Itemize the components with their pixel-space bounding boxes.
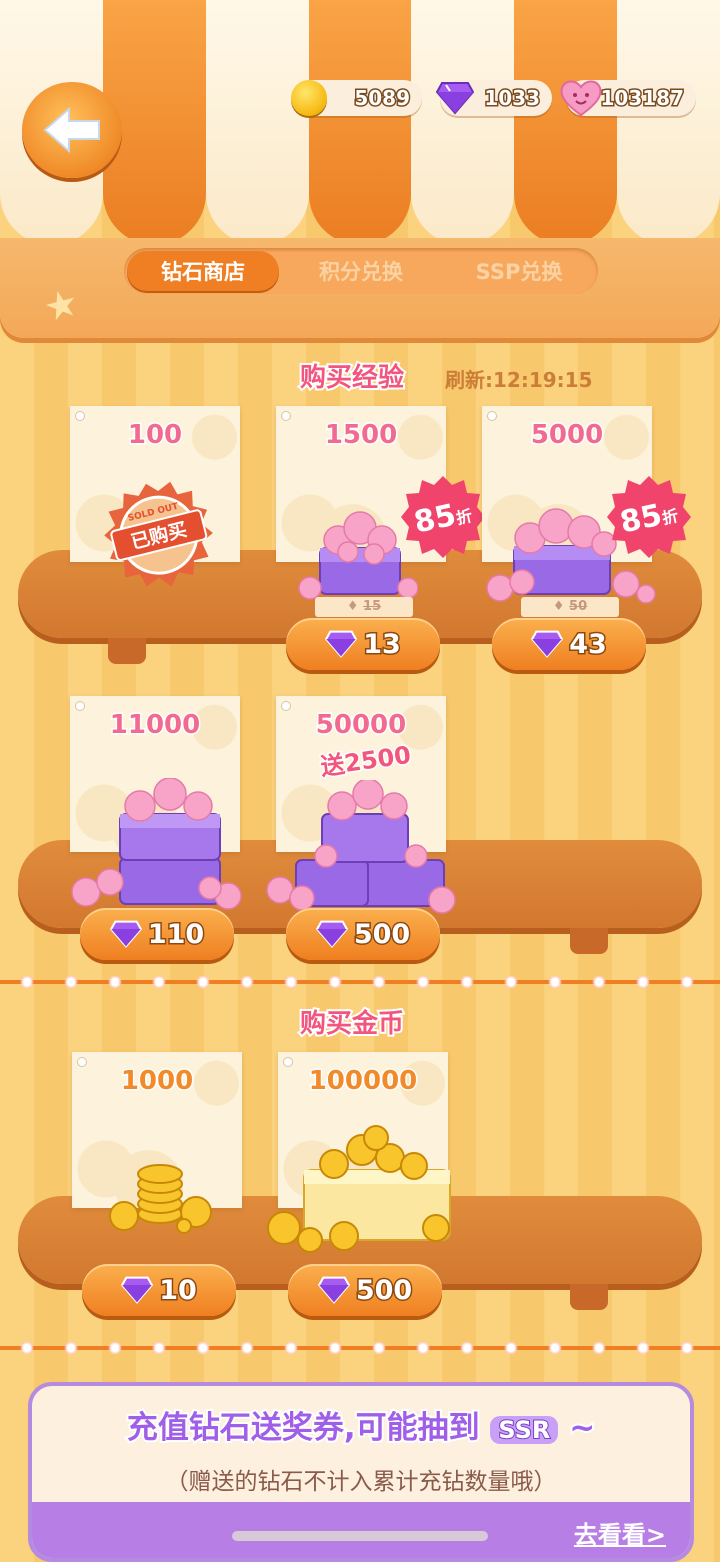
sold-out-stamp-icon: 已购买 SOLD OUT <box>104 481 213 587</box>
diamond-counter: 1033 <box>436 80 552 116</box>
buy-exp-50000-button[interactable]: 500 <box>286 908 440 960</box>
coin-chest-icon <box>267 1125 451 1253</box>
card-pin <box>282 412 290 420</box>
exp-section-title: 购买经验 <box>298 361 406 395</box>
card-pin <box>282 702 290 710</box>
tab-diamond-shop[interactable]: 钻石商店 <box>127 251 279 291</box>
shelf-leg <box>108 638 146 664</box>
heart-box-stack-icon <box>71 778 242 910</box>
item-amount: 1000 <box>119 1065 194 1098</box>
back-button[interactable] <box>22 82 122 178</box>
card-pin <box>76 412 84 420</box>
diamond-icon <box>434 77 476 119</box>
original-price: 50 <box>569 599 588 614</box>
promo-title-tail: ~ <box>567 1408 597 1448</box>
card-pin <box>78 1058 86 1066</box>
coin-counter: 5089 <box>291 80 422 116</box>
price-label: 500 <box>354 1273 413 1307</box>
price-label: 110 <box>146 917 205 951</box>
promo-title: 充值钻石送奖券,可能抽到 SSR ~ <box>32 1402 690 1448</box>
diamond-icon <box>317 1276 350 1304</box>
tab-ssp-exchange[interactable]: SSP兑换 <box>443 251 595 291</box>
go-see-link[interactable]: 去看看> <box>574 1515 666 1550</box>
refresh-timer: 刷新:12:19:15 <box>445 368 593 392</box>
original-price-plaque: ♦ 50 <box>521 597 619 617</box>
card-pin <box>284 1058 292 1066</box>
price-label: 10 <box>158 1273 199 1307</box>
diamond-icon <box>531 630 564 658</box>
buy-exp-1500-button[interactable]: 13 <box>286 618 440 670</box>
buy-coin-1000-button[interactable]: 10 <box>82 1264 236 1316</box>
item-amount: 1500 <box>323 419 398 452</box>
diamond-icon <box>315 920 348 948</box>
price-label: 13 <box>362 627 403 661</box>
string-lights <box>0 1341 720 1355</box>
promo-subtitle: （赠送的钻石不计入累计充钻数量哦） <box>165 1469 557 1495</box>
ssr-badge: SSR <box>490 1415 559 1445</box>
item-amount: 100000 <box>307 1065 419 1098</box>
heart-icon <box>560 77 602 119</box>
back-arrow-icon <box>43 106 100 154</box>
diamond-icon <box>121 1276 154 1304</box>
item-amount: 100 <box>126 419 183 452</box>
discount-badge: 85折 <box>400 474 486 560</box>
heart-box-stack-icon <box>266 780 456 914</box>
item-amount: 5000 <box>529 419 604 452</box>
card-pin <box>76 702 84 710</box>
discount-badge: 85折 <box>606 474 692 560</box>
heart-counter: 103187 <box>560 80 696 117</box>
shop-tab-bar: 钻石商店 积分兑换 SSP兑换 <box>124 248 598 294</box>
original-price-plaque: ♦ 15 <box>315 597 413 617</box>
price-label: 43 <box>568 627 609 661</box>
original-price: 15 <box>363 599 382 614</box>
buy-exp-11000-button[interactable]: 110 <box>80 908 234 960</box>
shelf-leg <box>570 928 608 954</box>
item-amount: 11000 <box>108 709 201 742</box>
coin-section-title: 购买金币 <box>298 1007 406 1041</box>
shelf-leg <box>570 1284 608 1310</box>
diamond-icon <box>325 630 358 658</box>
coin-icon <box>288 77 330 119</box>
promo-title-text: 充值钻石送奖券,可能抽到 <box>125 1408 482 1448</box>
buy-exp-5000-button[interactable]: 43 <box>492 618 646 670</box>
card-pin <box>488 412 496 420</box>
home-indicator[interactable] <box>232 1531 488 1541</box>
tab-points-exchange[interactable]: 积分兑换 <box>285 251 437 291</box>
buy-coin-100000-button[interactable]: 500 <box>288 1264 442 1316</box>
diamond-icon <box>109 920 142 948</box>
string-lights <box>0 975 720 989</box>
bonus-label: 送2500 <box>317 739 414 782</box>
item-amount: 50000 <box>314 709 407 742</box>
price-label: 500 <box>352 917 411 951</box>
coin-stack-icon <box>109 1164 212 1234</box>
